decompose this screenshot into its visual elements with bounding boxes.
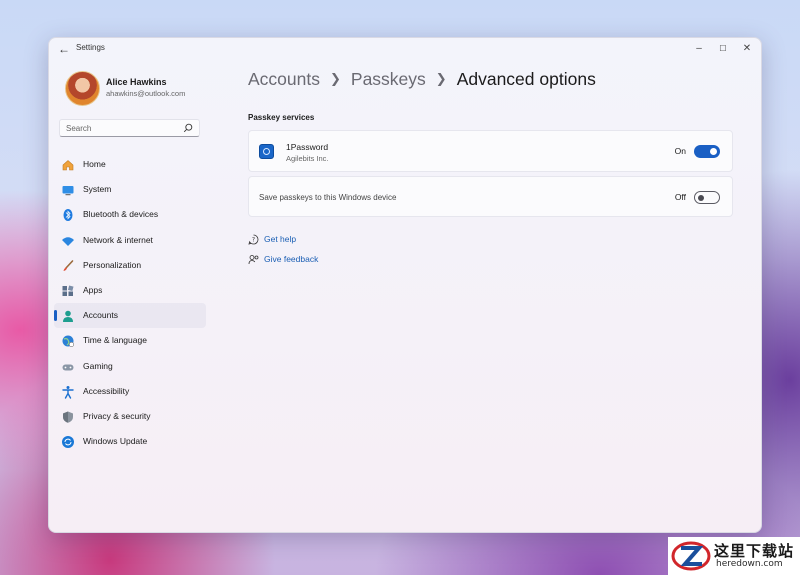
sidebar-item-label: Apps bbox=[83, 284, 103, 295]
local-passkey-label: Save passkeys to this Windows device bbox=[259, 193, 397, 202]
sidebar-item-label: Privacy & security bbox=[83, 410, 151, 421]
sidebar-item-label: Bluetooth & devices bbox=[83, 209, 159, 220]
sidebar-item-accessibility[interactable]: Accessibility bbox=[54, 379, 206, 404]
give-feedback-label: Give feedback bbox=[264, 254, 319, 264]
sidebar-item-home[interactable]: Home bbox=[54, 152, 206, 177]
system-icon bbox=[62, 186, 74, 196]
sidebar-item-label: Windows Update bbox=[83, 436, 148, 447]
toggle-state-label: Off bbox=[674, 192, 686, 202]
sidebar-item-accounts[interactable]: Accounts bbox=[54, 303, 206, 329]
help-icon: ? bbox=[248, 234, 259, 245]
breadcrumb-passkeys[interactable]: Passkeys bbox=[351, 69, 426, 89]
toggle-state-label: On bbox=[674, 146, 686, 156]
apps-icon bbox=[62, 285, 74, 296]
settings-window: ← Settings – ☐ ✕ Alice Hawkins ahawkins@… bbox=[48, 37, 762, 533]
section-title: Passkey services bbox=[248, 113, 315, 122]
gamepad-icon bbox=[62, 364, 74, 370]
service-toggle[interactable] bbox=[694, 145, 720, 158]
title-bar: ← Settings – ☐ ✕ bbox=[49, 38, 761, 60]
sidebar-item-label: Accounts bbox=[83, 310, 118, 321]
svg-text:?: ? bbox=[252, 237, 255, 244]
accessibility-icon bbox=[62, 385, 74, 399]
sidebar-item-time-language[interactable]: Time & language bbox=[54, 328, 206, 353]
sidebar-item-windows-update[interactable]: Windows Update bbox=[54, 429, 206, 454]
sidebar-item-label: Time & language bbox=[83, 335, 147, 346]
service-publisher: Agilebits Inc. bbox=[286, 154, 329, 163]
sidebar-item-privacy[interactable]: Privacy & security bbox=[54, 404, 206, 429]
maximize-button[interactable]: ☐ bbox=[715, 41, 731, 57]
watermark: 这里下载站 heredown.com bbox=[668, 537, 800, 575]
search-icon[interactable] bbox=[183, 123, 193, 133]
sidebar-item-label: Network & internet bbox=[83, 234, 153, 245]
watermark-en: heredown.com bbox=[716, 559, 783, 569]
chevron-right-icon: ❯ bbox=[329, 71, 341, 86]
service-name: 1Password bbox=[286, 142, 329, 152]
breadcrumb-accounts[interactable]: Accounts bbox=[248, 69, 320, 89]
sidebar-item-system[interactable]: System bbox=[54, 177, 206, 202]
local-passkey-toggle[interactable] bbox=[694, 191, 720, 204]
minimize-button[interactable]: – bbox=[691, 41, 707, 57]
passkey-service-card: 1Password Agilebits Inc. On bbox=[248, 130, 733, 172]
avatar[interactable] bbox=[65, 71, 100, 106]
sidebar-item-label: Home bbox=[83, 159, 106, 169]
chevron-right-icon: ❯ bbox=[435, 71, 447, 86]
back-arrow-icon[interactable]: ← bbox=[57, 42, 71, 56]
sidebar-item-network[interactable]: Network & internet bbox=[54, 228, 206, 253]
close-button[interactable]: ✕ bbox=[739, 41, 755, 57]
sidebar-item-apps[interactable]: Apps bbox=[54, 278, 206, 303]
heredown-logo-icon bbox=[671, 541, 711, 571]
sidebar-item-label: Gaming bbox=[83, 360, 113, 371]
sidebar-item-label: System bbox=[83, 184, 112, 195]
home-icon bbox=[62, 160, 74, 171]
sidebar-item-gaming[interactable]: Gaming bbox=[54, 354, 206, 379]
globe-clock-icon bbox=[62, 335, 75, 348]
window-title: Settings bbox=[76, 43, 105, 52]
onepassword-icon bbox=[259, 144, 274, 159]
breadcrumb: Accounts ❯ Passkeys ❯ Advanced options bbox=[248, 69, 596, 90]
bluetooth-icon bbox=[63, 209, 73, 222]
page-title: Advanced options bbox=[456, 69, 596, 89]
user-name: Alice Hawkins bbox=[106, 77, 167, 87]
sidebar-item-label: Accessibility bbox=[83, 385, 130, 396]
sidebar-nav: Home System Bluetooth & devices Network … bbox=[54, 152, 206, 454]
sidebar-item-label: Personalization bbox=[83, 259, 142, 270]
brush-icon bbox=[63, 259, 74, 271]
shield-icon bbox=[63, 411, 73, 423]
person-icon bbox=[63, 310, 73, 323]
sidebar-item-bluetooth[interactable]: Bluetooth & devices bbox=[54, 202, 206, 227]
local-passkey-card: Save passkeys to this Windows device Off bbox=[248, 176, 733, 217]
search-input[interactable] bbox=[66, 123, 178, 134]
search-box[interactable] bbox=[59, 119, 200, 137]
update-icon bbox=[62, 436, 74, 449]
wifi-icon bbox=[62, 236, 74, 246]
feedback-icon bbox=[248, 255, 259, 265]
user-email: ahawkins@outlook.com bbox=[106, 89, 186, 98]
get-help-label: Get help bbox=[264, 234, 297, 244]
watermark-cn: 这里下载站 bbox=[714, 542, 795, 560]
sidebar-item-personalization[interactable]: Personalization bbox=[54, 253, 206, 278]
